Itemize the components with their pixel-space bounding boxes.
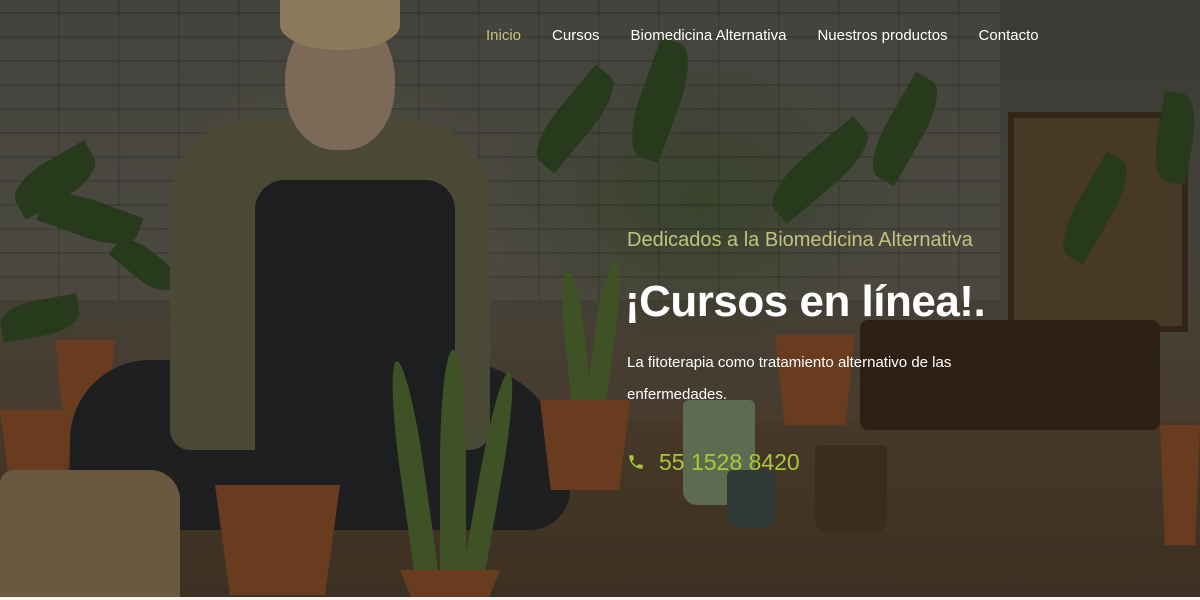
main-navigation: Inicio Cursos Biomedicina Alternativa Nu…	[486, 26, 1039, 46]
phone-number[interactable]: 55 1528 8420	[659, 448, 800, 476]
dark-overlay	[0, 0, 1200, 600]
hero-description: La fitoterapia como tratamiento alternat…	[627, 354, 952, 403]
hero-subtitle: Dedicados a la Biomedicina Alternativa	[627, 229, 973, 251]
nav-link-nuestros-productos[interactable]: Nuestros productos	[817, 26, 947, 46]
phone-contact[interactable]: 55 1528 8420	[627, 448, 800, 476]
hero-section: Inicio Cursos Biomedicina Alternativa Nu…	[0, 0, 1200, 600]
nav-link-biomedicina-alternativa[interactable]: Biomedicina Alternativa	[631, 26, 787, 46]
nav-link-contacto[interactable]: Contacto	[979, 26, 1039, 46]
nav-link-inicio[interactable]: Inicio	[486, 26, 521, 46]
phone-icon	[629, 455, 643, 469]
hero-title: ¡Cursos en línea!.	[625, 277, 986, 326]
nav-link-cursos[interactable]: Cursos	[552, 26, 600, 46]
